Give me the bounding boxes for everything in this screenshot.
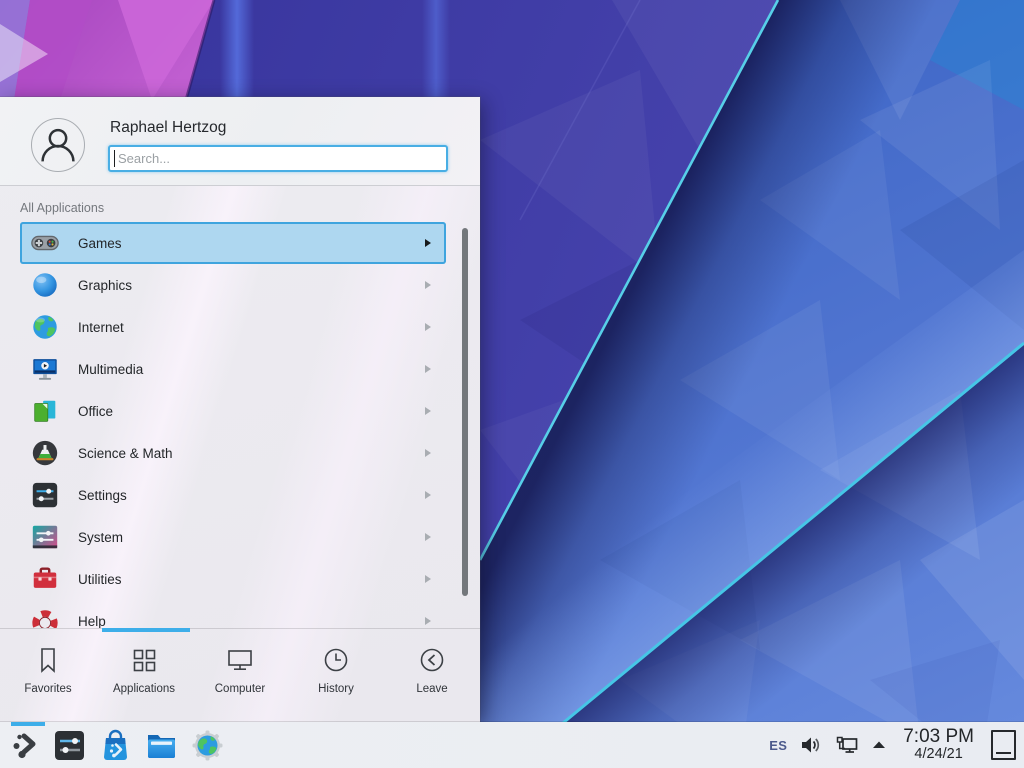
system-tray: ES (769, 722, 1024, 768)
system-settings-button[interactable] (53, 729, 86, 762)
clock-icon (321, 645, 351, 675)
section-label: All Applications (20, 201, 104, 215)
network-icon[interactable] (835, 735, 859, 756)
submenu-arrow-icon (425, 323, 431, 331)
web-browser-button[interactable] (191, 729, 224, 762)
lifebuoy-icon (30, 606, 60, 628)
user-icon (32, 119, 84, 171)
tab-history[interactable]: History (288, 629, 384, 722)
globe-icon (30, 312, 60, 342)
discover-icon (99, 729, 132, 762)
tab-computer[interactable]: Computer (192, 629, 288, 722)
documents-icon (30, 396, 60, 426)
browser-globe-icon (191, 729, 224, 762)
toolbox-icon (30, 564, 60, 594)
show-desktop-icon (996, 752, 1011, 754)
show-desktop-button[interactable] (991, 730, 1016, 760)
category-science-math[interactable]: Science & Math (20, 432, 446, 474)
category-settings[interactable]: Settings (20, 474, 446, 516)
user-name: Raphael Hertzog (110, 119, 226, 137)
launcher-tab-bar: Favorites Applications Computer (0, 628, 480, 722)
category-office[interactable]: Office (20, 390, 446, 432)
gamepad-icon (30, 228, 60, 258)
kde-launcher-icon (7, 728, 41, 762)
text-cursor (114, 150, 115, 167)
grid-icon (129, 645, 159, 675)
submenu-arrow-icon (425, 617, 431, 625)
category-utilities[interactable]: Utilities (20, 558, 446, 600)
blue-sphere-icon (30, 270, 60, 300)
desktop: Raphael Hertzog All Applications (0, 0, 1024, 768)
category-list: Games Graphics (20, 222, 446, 628)
category-system[interactable]: System (20, 516, 446, 558)
category-games[interactable]: Games (20, 222, 446, 264)
launcher-header: Raphael Hertzog (0, 97, 480, 186)
keyboard-layout-indicator[interactable]: ES (769, 738, 787, 753)
clock-date: 4/24/21 (903, 747, 974, 762)
pinned-apps (53, 729, 224, 762)
category-help[interactable]: Help (20, 600, 446, 628)
active-task-indicator (11, 722, 45, 726)
volume-icon[interactable] (800, 735, 822, 755)
clock-time: 7:03 PM (903, 727, 974, 747)
sliders-dark-icon (30, 480, 60, 510)
active-tab-indicator (102, 628, 190, 632)
search-input[interactable] (108, 145, 448, 172)
system-settings-icon (53, 729, 86, 762)
submenu-arrow-icon (425, 407, 431, 415)
tab-favorites[interactable]: Favorites (0, 629, 96, 722)
submenu-arrow-icon (425, 281, 431, 289)
monitor-play-icon (30, 354, 60, 384)
file-manager-button[interactable] (145, 729, 178, 762)
submenu-arrow-icon (425, 533, 431, 541)
application-launcher-button[interactable] (0, 722, 48, 768)
monitor-icon (225, 645, 255, 675)
tab-leave[interactable]: Leave (384, 629, 480, 722)
scrollbar-thumb[interactable] (462, 228, 468, 596)
expand-tray-icon[interactable] (872, 741, 886, 749)
bookmark-icon (33, 645, 63, 675)
submenu-arrow-icon (425, 239, 431, 247)
application-launcher-popup: Raphael Hertzog All Applications (0, 97, 480, 722)
sliders-color-icon (30, 522, 60, 552)
submenu-arrow-icon (425, 575, 431, 583)
category-multimedia[interactable]: Multimedia (20, 348, 446, 390)
flask-icon (30, 438, 60, 468)
submenu-arrow-icon (425, 365, 431, 373)
submenu-arrow-icon (425, 491, 431, 499)
digital-clock[interactable]: 7:03 PM 4/24/21 (899, 727, 978, 762)
tab-applications[interactable]: Applications (96, 629, 192, 722)
category-graphics[interactable]: Graphics (20, 264, 446, 306)
taskbar-panel: ES (0, 722, 1024, 768)
category-internet[interactable]: Internet (20, 306, 446, 348)
submenu-arrow-icon (425, 449, 431, 457)
exit-icon (417, 645, 447, 675)
discover-button[interactable] (99, 729, 132, 762)
dolphin-folder-icon (145, 729, 178, 762)
user-avatar[interactable] (31, 118, 85, 172)
